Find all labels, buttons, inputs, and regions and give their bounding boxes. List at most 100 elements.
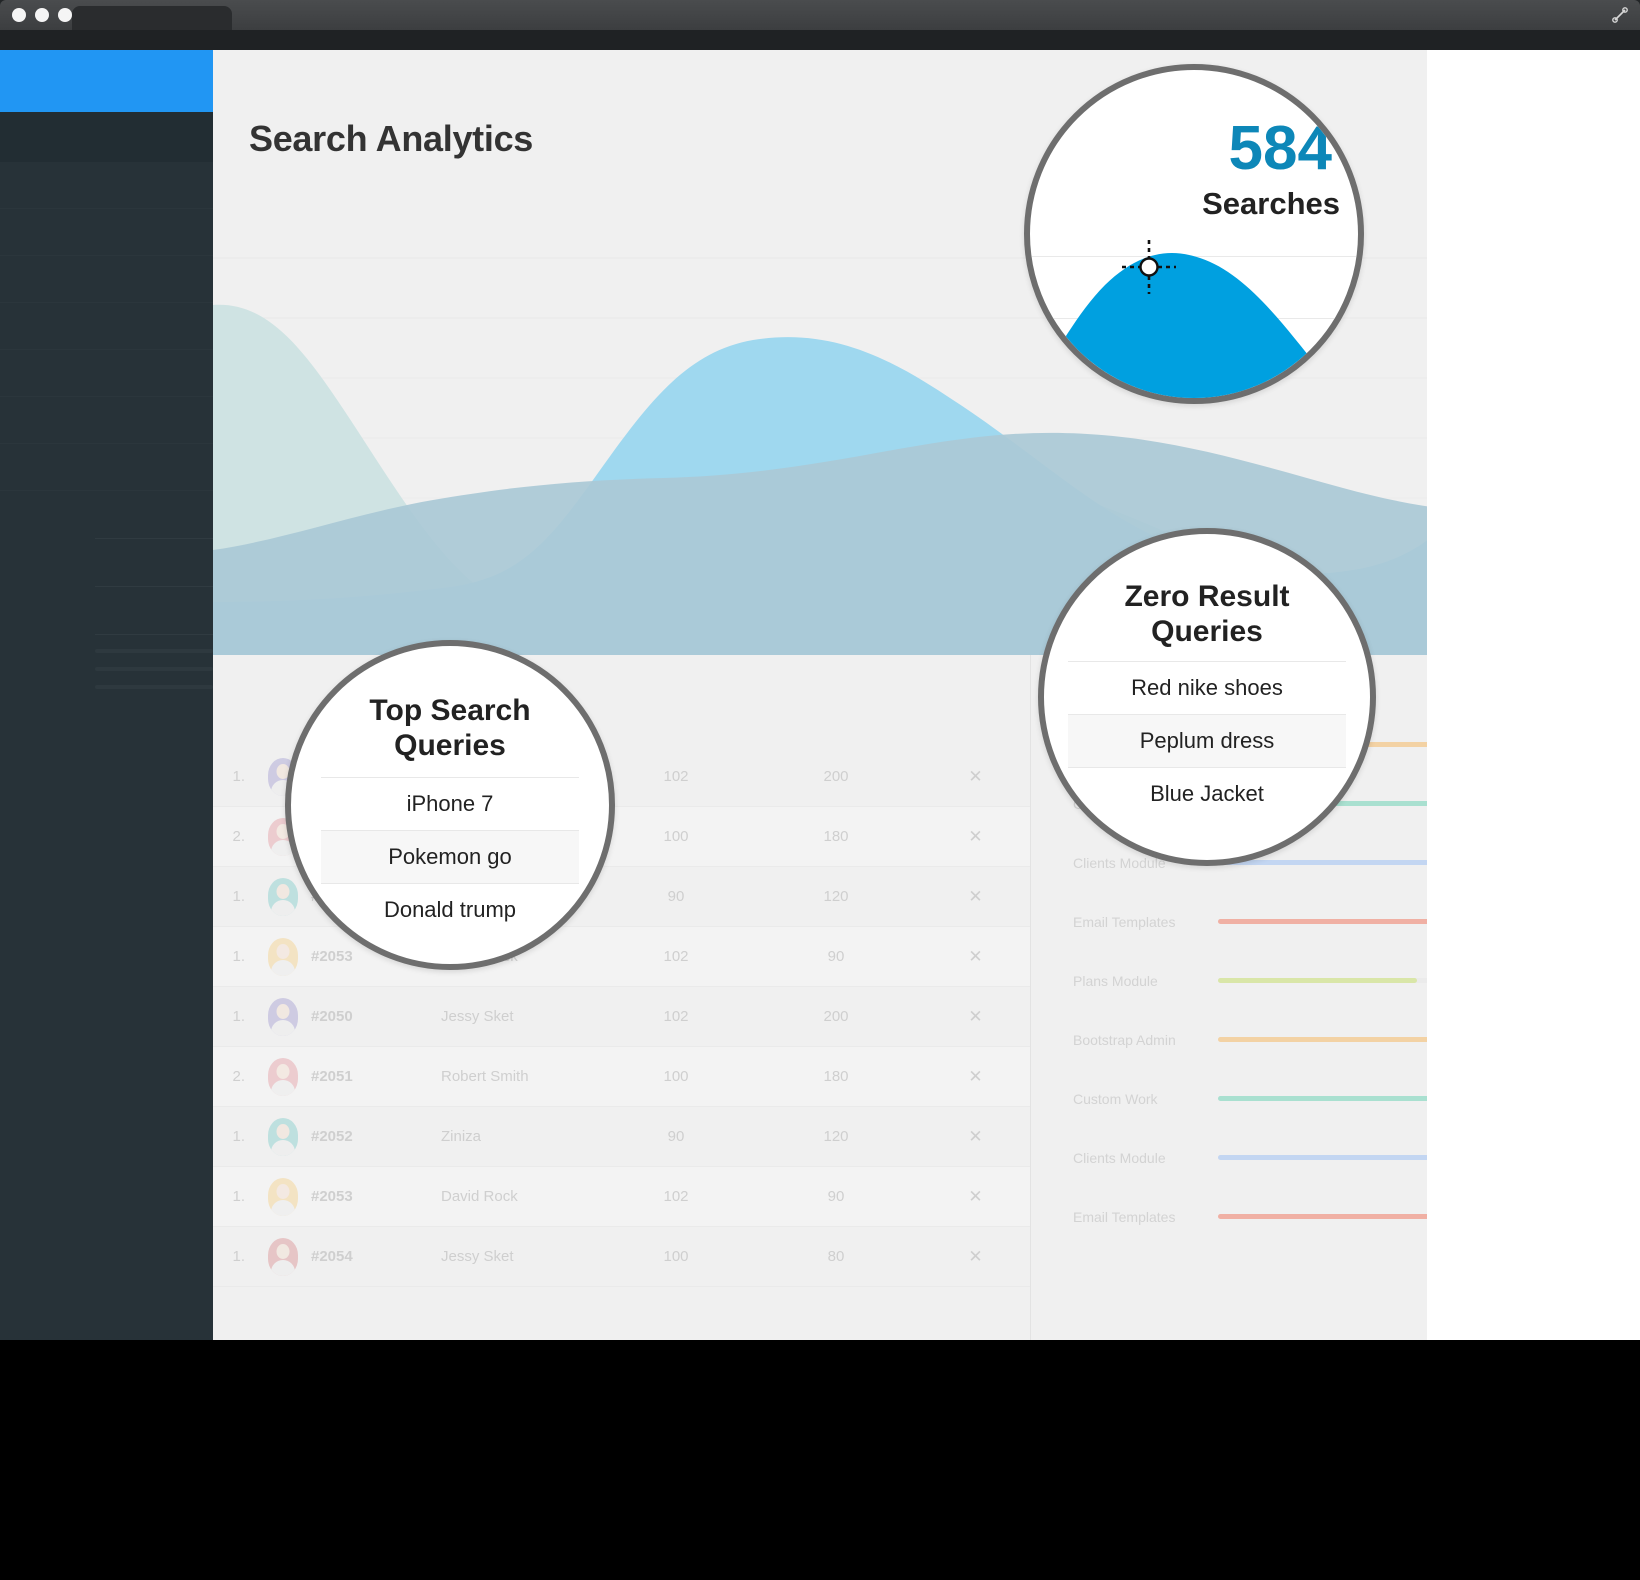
row-value-1: 102 [663,1008,689,1025]
sidebar-item-5[interactable] [0,397,213,444]
row-name: Jessy Sket [441,1248,514,1265]
row-value-2: 180 [823,1068,849,1085]
sidebar-brand[interactable] [0,50,213,112]
resize-diagonal-icon[interactable] [1610,5,1630,25]
avatar [255,997,311,1036]
maximize-window-button[interactable] [58,8,72,22]
close-icon[interactable]: ✕ [921,1187,1030,1207]
row-value-1: 100 [663,1248,689,1265]
chart-series-c [213,432,1640,655]
close-icon[interactable]: ✕ [921,887,1030,907]
close-icon[interactable]: ✕ [921,827,1030,847]
row-index: 1. [232,1248,245,1265]
sidebar-item-0[interactable] [0,162,213,209]
progress-label: Custom Work [1073,1090,1158,1107]
chart-svg [213,257,1640,655]
table-row[interactable]: 1. #2052 Ziniza 90 120 ✕ [213,1107,1030,1167]
close-icon[interactable]: ✕ [921,1067,1030,1087]
top-search-queries-title: Top Search Queries [369,694,531,762]
progress-label: Bootstrap Admin [1073,1031,1176,1048]
close-window-button[interactable] [12,8,26,22]
sidebar-item-9[interactable] [0,587,213,634]
top-search-query-item[interactable]: iPhone 7 [321,777,579,830]
sidebar [0,50,213,1340]
sidebar-profile[interactable] [0,112,213,162]
row-value-1: 102 [663,948,689,965]
row-index: 1. [232,1128,245,1145]
row-index: 1. [232,768,245,785]
progress-fill [1218,978,1417,983]
row-value-2: 90 [827,1188,845,1205]
browser-toolbar [0,30,1640,76]
row-value-1: 102 [663,768,689,785]
row-value-1: 90 [667,888,685,905]
crosshair-marker-icon[interactable] [1122,240,1176,294]
close-icon[interactable]: ✕ [921,1127,1030,1147]
row-id: #2050 [311,1008,353,1025]
search-analytics-chart [213,250,1640,655]
progress-label: Email Templates [1073,913,1176,930]
row-id: #2053 [311,1188,353,1205]
row-index: 2. [232,828,245,845]
sidebar-item-4[interactable] [0,350,213,397]
avatar [255,1177,311,1216]
zero-result-query-item[interactable]: Red nike shoes [1068,661,1346,714]
table-row[interactable]: 1. #2050 Jessy Sket 102 200 ✕ [213,987,1030,1047]
progress-label: Email Templates [1073,1208,1176,1225]
avatar [255,1237,311,1276]
sidebar-item-6[interactable] [0,444,213,491]
row-index: 1. [232,888,245,905]
row-value-1: 100 [663,828,689,845]
browser-window: Search Analytics 1. 102 200 ✕ 2. 100 180… [0,0,1640,1340]
sidebar-stub [95,685,213,689]
close-icon[interactable]: ✕ [921,1247,1030,1267]
metric-callout-magnifier: 584 Searches [1024,64,1364,404]
metric-value: 584 [1228,114,1332,183]
close-icon[interactable]: ✕ [921,767,1030,787]
avatar [255,1117,311,1156]
row-index: 2. [232,1068,245,1085]
top-search-query-item[interactable]: Donald trump [321,883,579,936]
screenshot-root: Search Analytics 1. 102 200 ✕ 2. 100 180… [0,0,1640,1580]
app-shell: Search Analytics 1. 102 200 ✕ 2. 100 180… [0,50,1640,1340]
sidebar-item-2[interactable] [0,256,213,303]
avatar [255,1057,311,1096]
row-index: 1. [232,1188,245,1205]
row-value-2: 200 [823,1008,849,1025]
row-id: #2054 [311,1248,353,1265]
window-traffic-lights[interactable] [12,8,72,22]
top-search-queries-magnifier: Top Search Queries iPhone 7 Pokemon go D… [285,640,615,970]
zero-result-query-item[interactable]: Blue Jacket [1068,767,1346,820]
top-search-query-item[interactable]: Pokemon go [321,830,579,883]
row-name: Robert Smith [441,1068,529,1085]
page-title: Search Analytics [249,118,534,159]
row-value-1: 100 [663,1068,689,1085]
row-value-2: 120 [823,1128,849,1145]
row-name: Ziniza [441,1128,482,1145]
row-value-2: 80 [827,1248,845,1265]
table-row[interactable]: 1. #2053 David Rock 102 90 ✕ [213,1167,1030,1227]
row-value-2: 200 [823,768,849,785]
table-row[interactable]: 1. #2054 Jessy Sket 100 80 ✕ [213,1227,1030,1287]
close-icon[interactable]: ✕ [921,947,1030,967]
row-index: 1. [232,948,245,965]
sidebar-stub [95,649,213,653]
zero-result-query-item[interactable]: Peplum dress [1068,714,1346,767]
table-row[interactable]: 2. #2051 Robert Smith 100 180 ✕ [213,1047,1030,1107]
sidebar-stub [95,667,213,671]
zero-result-queries-title: Zero Result Queries [1124,580,1290,648]
close-icon[interactable]: ✕ [921,1007,1030,1027]
row-value-1: 102 [663,1188,689,1205]
sidebar-divider [95,634,213,635]
row-value-2: 180 [823,828,849,845]
minimize-window-button[interactable] [35,8,49,22]
row-index: 1. [232,1008,245,1025]
sidebar-item-3[interactable] [0,303,213,350]
sidebar-item-1[interactable] [0,209,213,256]
browser-titlebar [0,0,1640,40]
row-value-1: 90 [667,1128,685,1145]
sidebar-item-7[interactable] [0,491,213,538]
right-rail [1427,50,1640,1340]
metric-label: Searches [1202,186,1340,221]
sidebar-item-8[interactable] [0,539,213,586]
